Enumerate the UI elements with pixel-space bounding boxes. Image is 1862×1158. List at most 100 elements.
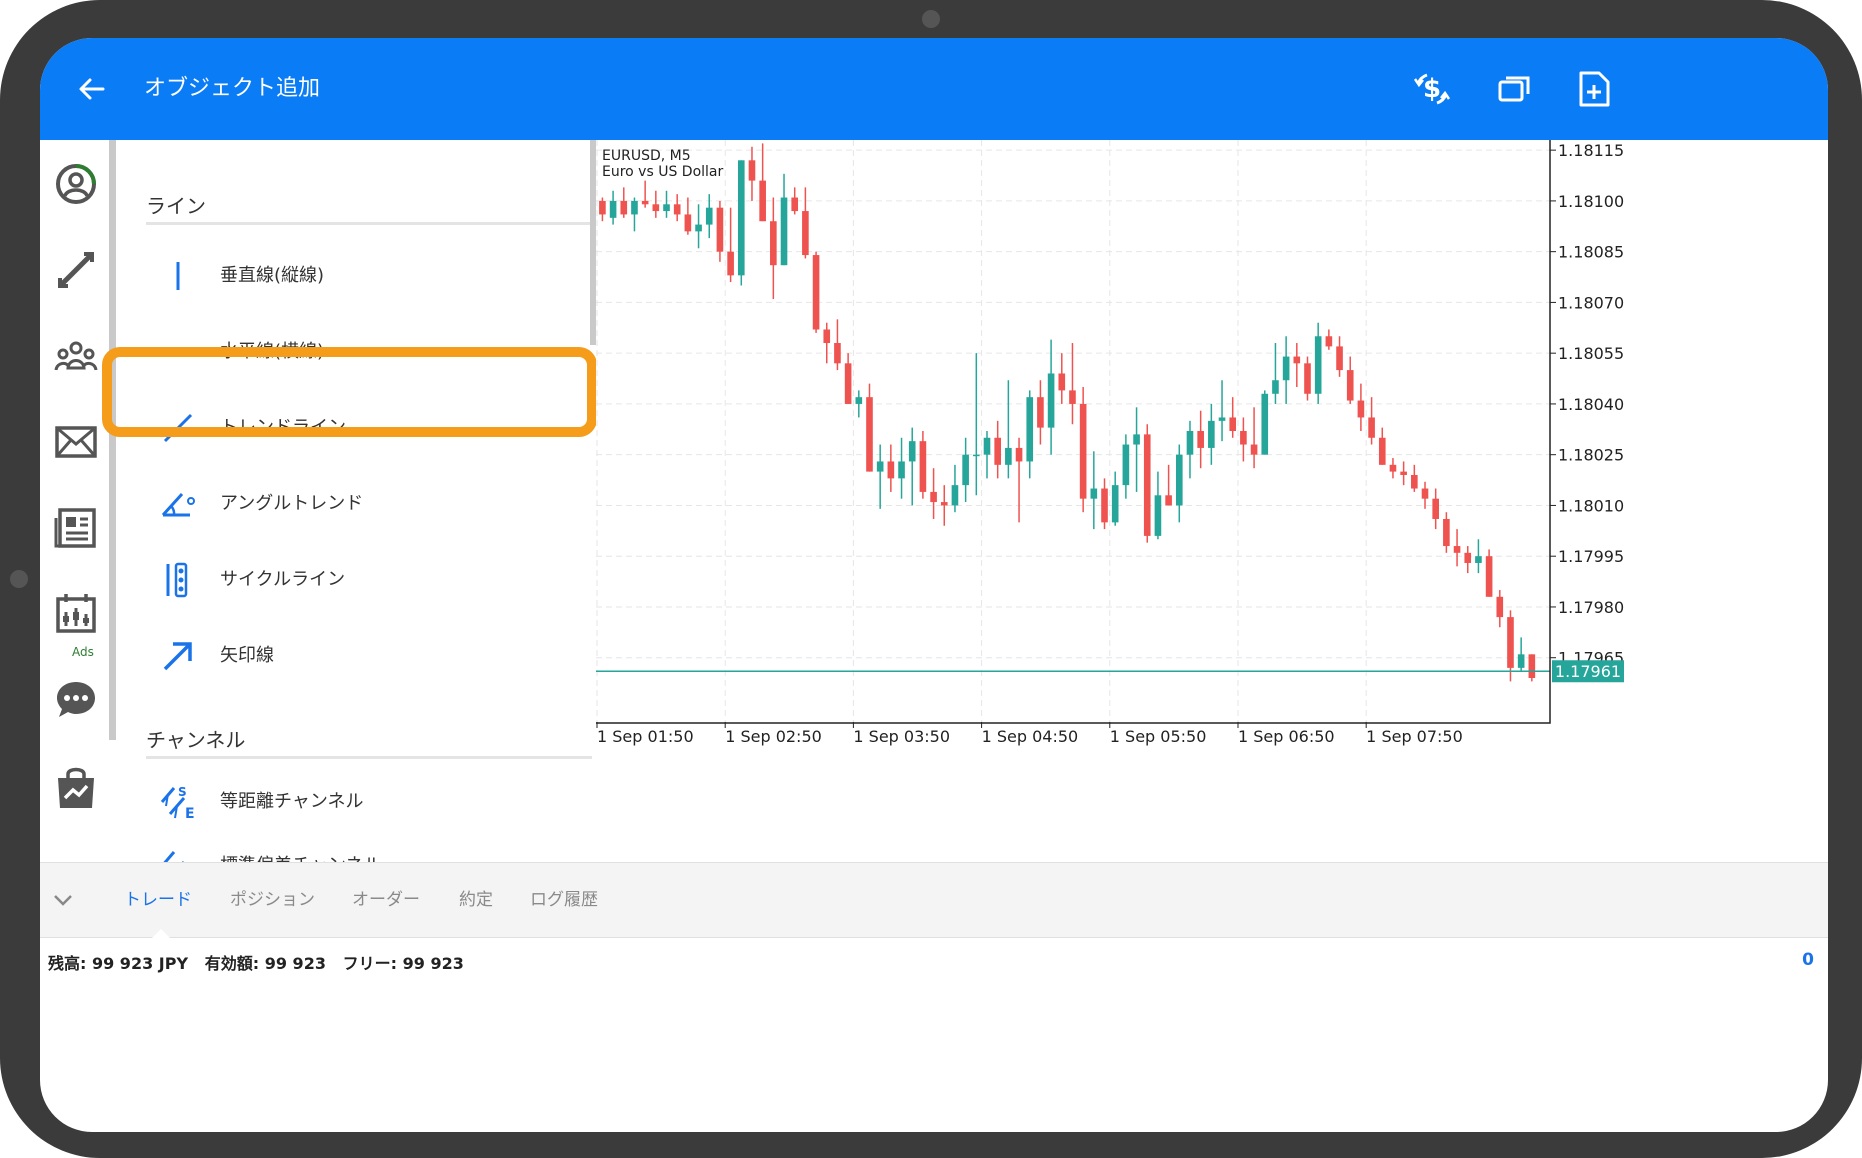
news-icon: [54, 508, 96, 548]
candle-body: [1346, 370, 1354, 401]
candle-body: [1101, 488, 1108, 523]
rail-account[interactable]: [46, 154, 106, 214]
add-document-icon: [1579, 71, 1610, 107]
candle-body: [1453, 546, 1461, 553]
price-chart[interactable]: 1.18115 1.18100 1.18085 1.18070 1.18055 1.180…: [593, 137, 1828, 862]
candle-body: [620, 200, 628, 215]
tab-log-history[interactable]: ログ履歴: [530, 863, 598, 937]
candle-body: [866, 397, 873, 472]
candle-body: [983, 437, 991, 455]
candle-body: [1005, 447, 1012, 465]
rail-calendar[interactable]: [46, 584, 106, 644]
chart-symbol: EURUSD, M5: [602, 148, 691, 164]
x-tick-label: 1 Sep 06:50: [1238, 727, 1335, 746]
y-tick-label: 1.17980: [1558, 598, 1624, 617]
object-item-label: 標準偏差チャンネル: [220, 830, 381, 862]
candle-body: [876, 461, 884, 472]
section-divider: [146, 756, 592, 759]
object-item-vertical-line[interactable]: 垂直線(縦線): [116, 240, 596, 312]
y-tick-label: 1.17995: [1558, 547, 1624, 566]
side-navigation: Ads: [40, 140, 114, 862]
y-tick-label: 1.18100: [1558, 192, 1624, 211]
candle-body: [887, 461, 895, 479]
active-tab-indicator: [152, 929, 170, 938]
candle-body: [1282, 356, 1290, 381]
y-tick-label: 1.18055: [1558, 344, 1624, 363]
candle-body: [1378, 437, 1386, 465]
trade-arrows-icon: [58, 252, 94, 288]
candle-body: [855, 397, 863, 404]
section-heading-lines: ライン: [146, 194, 206, 218]
objects-panel: ライン 垂直線(縦線) 水平線(横線) トレンドライン アングルトレンド サイク…: [116, 140, 596, 862]
rail-mail[interactable]: [46, 412, 106, 472]
svg-text:$: $: [1423, 74, 1441, 104]
tab-positions[interactable]: ポジション: [230, 863, 315, 937]
candle-body: [1047, 373, 1055, 428]
candle-body: [973, 454, 980, 457]
candle-body: [1208, 420, 1215, 448]
add-document-button[interactable]: [1570, 65, 1618, 113]
tab-orders[interactable]: オーダー: [352, 863, 420, 937]
object-item-label: アングルトレンド: [220, 493, 364, 514]
object-item-angle-trend[interactable]: アングルトレンド: [116, 468, 596, 540]
candle-body: [1240, 431, 1247, 445]
candle-body: [1336, 346, 1343, 371]
rail-market[interactable]: [46, 758, 106, 818]
tab-deals[interactable]: 約定: [459, 863, 493, 937]
candle-body: [1411, 474, 1418, 489]
candle-body: [1485, 556, 1493, 597]
rail-community[interactable]: [46, 326, 106, 386]
community-icon: [54, 341, 98, 371]
candle-body: [663, 204, 670, 212]
chat-icon: [57, 682, 95, 717]
chevron-down-icon[interactable]: [50, 887, 76, 913]
x-tick-label: 1 Sep 03:50: [853, 727, 950, 746]
candle-body: [1229, 417, 1237, 431]
candle-body: [1304, 363, 1311, 394]
chart-description: Euro vs US Dollar: [602, 164, 724, 180]
object-item-stddev-channel[interactable]: 標準偏差チャンネル: [116, 830, 596, 862]
object-item-cycle-line[interactable]: サイクルライン: [116, 544, 596, 616]
account-icon: [56, 164, 96, 204]
candle-body: [770, 221, 777, 266]
currency-exchange-button[interactable]: $: [1408, 65, 1456, 113]
y-tick-label: 1.18040: [1558, 395, 1624, 414]
tab-trade[interactable]: トレード: [124, 863, 192, 937]
rail-chat[interactable]: [46, 670, 106, 730]
object-item-arrow-line[interactable]: 矢印線: [116, 620, 596, 692]
current-price-label: 1.17961: [1555, 662, 1621, 681]
section-heading-channels: チャンネル: [146, 728, 246, 752]
y-tick-label: 1.18010: [1558, 496, 1624, 515]
candlestick-chart[interactable]: 1.18115 1.18100 1.18085 1.18070 1.18055 1.180…: [593, 137, 1828, 862]
window-button[interactable]: [1490, 65, 1538, 113]
candle-body: [1325, 336, 1333, 347]
object-item-label: 等距離チャンネル: [220, 791, 364, 812]
arrow-line-icon: [163, 642, 192, 671]
candle-body: [1154, 495, 1162, 536]
candle-body: [1079, 403, 1087, 499]
object-item-equidistant-channel[interactable]: E S 等距離チャンネル: [116, 766, 596, 838]
candle-body: [780, 197, 788, 266]
candle-body: [652, 204, 660, 212]
page-title: オブジェクト追加: [144, 76, 321, 101]
candle-body: [1143, 434, 1151, 536]
candle-body: [1175, 454, 1183, 506]
x-tick-label: 1 Sep 02:50: [725, 727, 822, 746]
y-axis: 1.18115 1.18100 1.18085 1.18070 1.18055 1.180…: [1550, 141, 1624, 668]
side-sensor: [10, 570, 28, 588]
svg-text:E: E: [185, 806, 195, 820]
back-button[interactable]: [68, 65, 116, 113]
rail-news[interactable]: [46, 498, 106, 558]
candle-body: [844, 363, 852, 404]
candle-body: [705, 207, 713, 225]
candle-body: [1250, 444, 1258, 455]
rail-trade[interactable]: [46, 240, 106, 300]
y-tick-label: 1.18070: [1558, 293, 1624, 312]
candle-body: [994, 437, 1001, 465]
account-summary: 残高: 99 923 JPY 有効額: 99 923 フリー: 99 923: [48, 954, 464, 973]
mail-icon: [55, 426, 97, 458]
rail-divider: [109, 140, 116, 740]
x-tick-label: 1 Sep 07:50: [1366, 727, 1463, 746]
calendar-icon: [56, 594, 96, 633]
candle-body: [695, 224, 702, 232]
